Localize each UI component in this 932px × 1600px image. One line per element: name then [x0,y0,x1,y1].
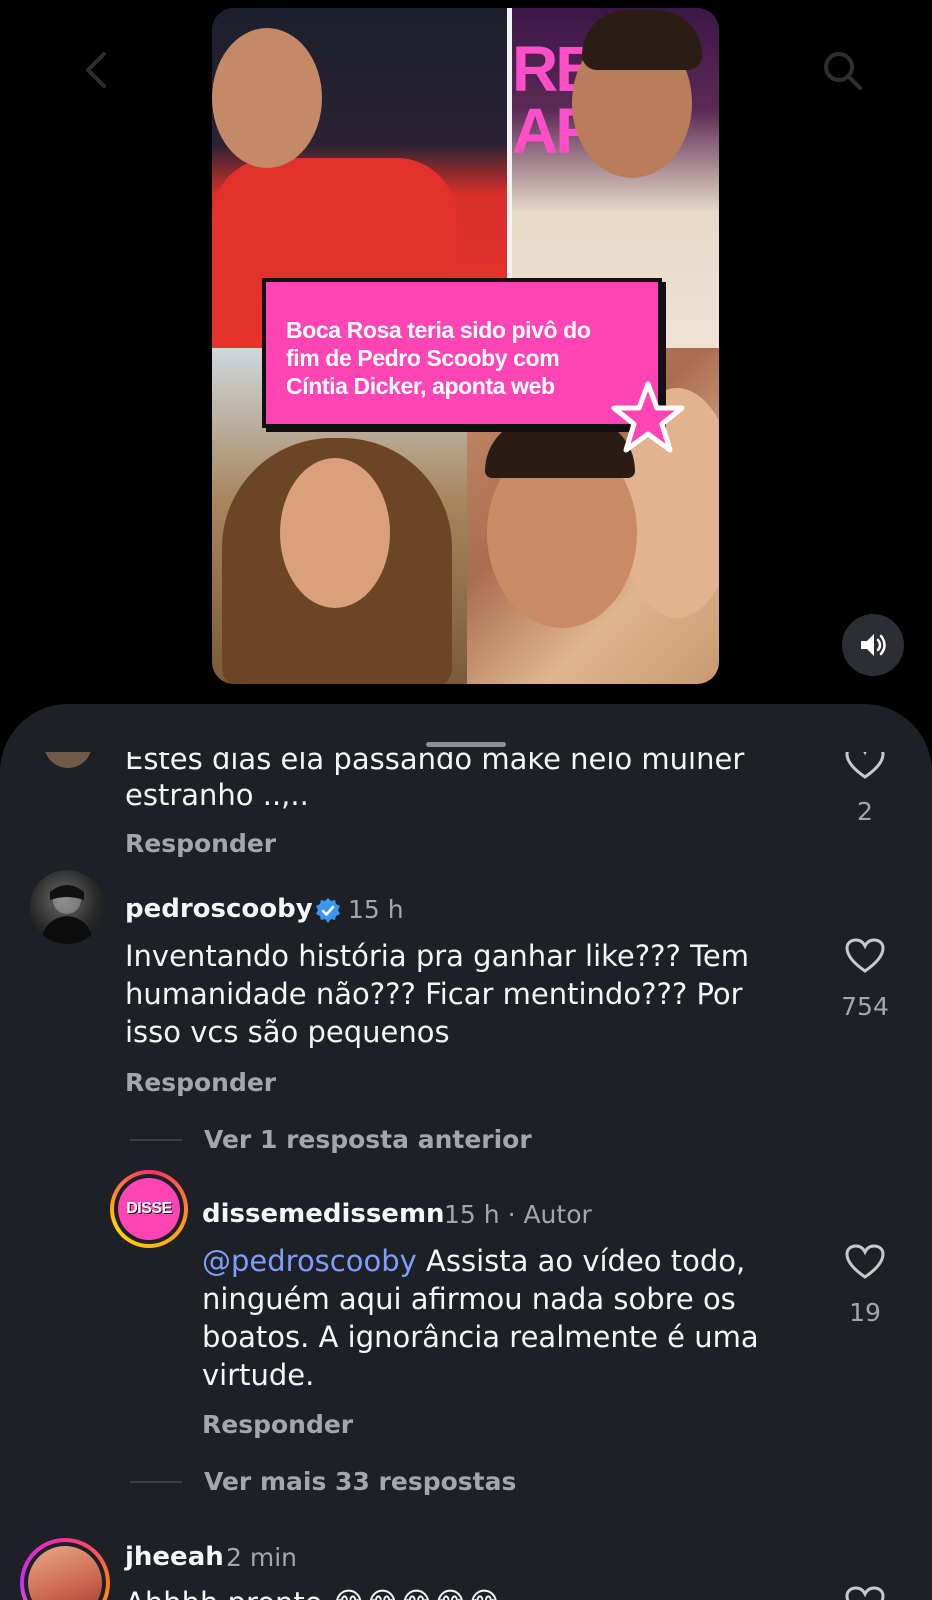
video-headline: Boca Rosa teria sido pivô do fim de Pedr… [286,317,591,399]
comment-username[interactable]: dissemedissemn [202,1199,445,1229]
sound-toggle-button[interactable] [842,614,904,676]
comment-text: estranho ..,.. [125,778,309,812]
heart-icon[interactable] [845,938,885,974]
heart-icon[interactable] [845,1586,885,1600]
reply-button[interactable]: Responder [125,1068,276,1097]
author-tag: · Autor [507,1200,592,1229]
heart-icon[interactable] [845,1244,885,1280]
avatar[interactable]: DISSE [110,1170,188,1248]
like-count: 754 [841,992,889,1021]
comment-time: 15 h [348,895,404,924]
avatar[interactable] [20,1538,110,1600]
search-icon[interactable] [820,48,864,92]
comment-text: Inventando história pra ganhar like??? T… [125,939,749,1049]
video-player[interactable]: RBA AR Boca Rosa teria sido pivô do fim … [0,0,932,705]
comment-text: @pedroscooby Assista ao vídeo todo, ning… [202,1242,802,1394]
video-thumbnail[interactable]: RBA AR Boca Rosa teria sido pivô do fim … [212,8,719,684]
comments-list[interactable]: Estes dias ela passando make nelo mulher… [0,752,932,1600]
sheet-drag-handle[interactable] [426,742,506,747]
thread-line [130,1139,182,1141]
comment-text-fragment: Estes dias ela passando make nelo mulher [125,752,745,776]
comment-text: Ahhhh pronto 😂😂😂😂😂 [125,1584,501,1600]
like-count: 19 [849,1298,881,1327]
view-previous-replies-button[interactable]: Ver 1 resposta anterior [204,1125,532,1154]
avatar[interactable] [30,870,104,944]
avatar[interactable] [44,752,92,768]
verified-badge-icon [316,898,340,923]
view-more-replies-button[interactable]: Ver mais 33 respostas [204,1467,516,1496]
speaker-on-icon [861,634,886,656]
comment-time: 15 h · Autor [444,1200,592,1229]
heart-icon[interactable] [845,752,885,780]
thread-line [130,1481,182,1483]
comment-time-value: 15 h [444,1200,500,1229]
reply-button[interactable]: Responder [202,1410,353,1439]
star-icon [611,381,685,453]
mention-link[interactable]: @pedroscooby [202,1244,417,1278]
avatar-logo-text: DISSE [126,1200,172,1217]
reply-button[interactable]: Responder [125,829,276,858]
comment-username[interactable]: jheeah [125,1542,224,1572]
comment-time: 2 min [226,1543,297,1572]
comment-username[interactable]: pedroscooby [125,894,313,924]
like-count: 2 [857,797,873,826]
video-headline-card: Boca Rosa teria sido pivô do fim de Pedr… [262,278,662,428]
chevron-left-icon[interactable] [76,48,120,92]
